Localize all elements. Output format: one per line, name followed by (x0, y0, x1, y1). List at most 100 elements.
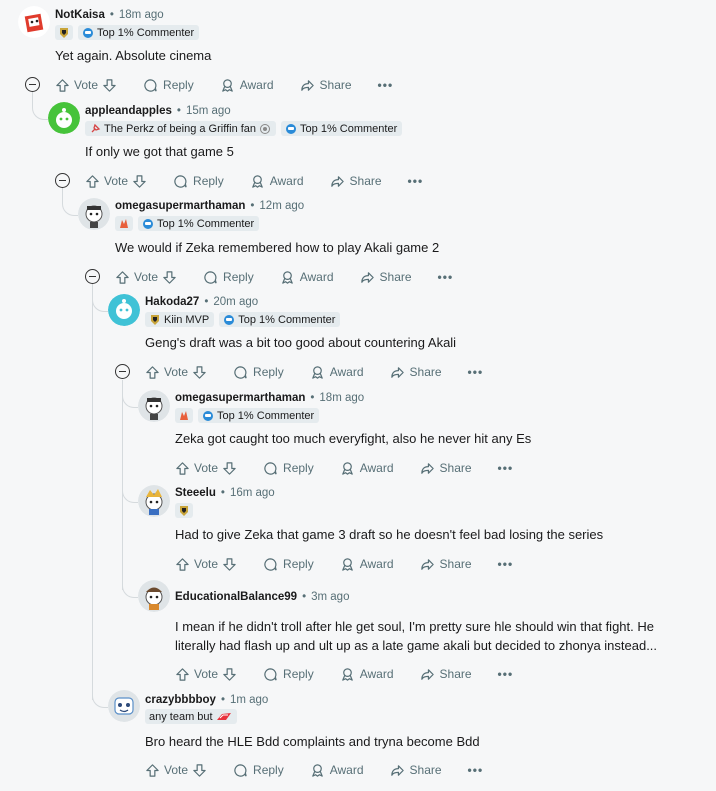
comment-body: Zeka got caught too much everyfight, als… (175, 431, 532, 446)
thread-connector (122, 380, 138, 408)
award-icon (281, 270, 293, 284)
team-crest-icon (180, 505, 188, 516)
thread-line (92, 284, 93, 700)
award-button[interactable]: Award (340, 461, 394, 476)
share-button[interactable]: Share (420, 461, 472, 476)
downvote-icon[interactable] (192, 763, 207, 778)
avatar[interactable] (138, 390, 170, 422)
avatar[interactable] (78, 198, 110, 230)
timestamp: 1m ago (229, 694, 269, 706)
award-button[interactable]: Award (340, 667, 394, 682)
award-button[interactable]: Award (250, 174, 304, 189)
user-flair: Top 1% Commenter (198, 408, 320, 423)
award-button[interactable]: Award (310, 763, 364, 778)
downvote-icon[interactable] (222, 667, 237, 682)
upvote-icon[interactable] (175, 461, 190, 476)
minus-icon (59, 179, 66, 182)
snoo-avatar-icon (78, 198, 110, 230)
reply-button[interactable]: Reply (143, 78, 194, 93)
downvote-icon[interactable] (222, 461, 237, 476)
vote-group: Vote (55, 78, 117, 93)
more-options-button[interactable]: ••• (468, 365, 484, 379)
award-button[interactable]: Award (220, 78, 274, 93)
downvote-icon[interactable] (192, 365, 207, 380)
username[interactable]: crazybbbboy (145, 694, 216, 706)
upvote-icon[interactable] (85, 174, 100, 189)
collapse-thread-button[interactable] (85, 269, 100, 284)
share-button[interactable]: Share (360, 270, 412, 285)
avatar[interactable] (108, 294, 140, 326)
upvote-icon[interactable] (175, 557, 190, 572)
thread-connector (122, 570, 138, 598)
reply-button[interactable]: Reply (203, 270, 254, 285)
more-options-button[interactable]: ••• (498, 667, 514, 681)
downvote-icon[interactable] (132, 174, 147, 189)
reply-button[interactable]: Reply (263, 667, 314, 682)
username[interactable]: NotKaisa (55, 9, 105, 21)
upvote-icon[interactable] (55, 78, 70, 93)
reply-button[interactable]: Reply (233, 365, 284, 380)
reply-button[interactable]: Reply (173, 174, 224, 189)
reply-button[interactable]: Reply (233, 763, 284, 778)
reply-button[interactable]: Reply (263, 461, 314, 476)
upvote-icon[interactable] (145, 763, 160, 778)
vote-label: Vote (194, 557, 219, 571)
snoo-avatar-icon (108, 294, 140, 326)
thread-connector (122, 475, 138, 503)
username[interactable]: omegasupermarthaman (115, 200, 245, 212)
upvote-icon[interactable] (145, 365, 160, 380)
username[interactable]: Steeelu (175, 487, 216, 499)
downvote-icon[interactable] (162, 270, 177, 285)
share-icon (420, 462, 434, 474)
share-button[interactable]: Share (390, 365, 442, 380)
commenter-badge-icon (286, 123, 297, 134)
username[interactable]: appleandapples (85, 105, 172, 117)
username[interactable]: EducationalBalance99 (175, 591, 297, 603)
collapse-thread-button[interactable] (115, 364, 130, 379)
more-options-button[interactable]: ••• (468, 763, 484, 777)
more-options-button[interactable]: ••• (438, 270, 454, 284)
vote-label: Vote (104, 174, 129, 188)
comment-meta: Hakoda27 • 20m ago (145, 296, 259, 308)
more-options-button[interactable]: ••• (408, 174, 424, 188)
comment-body: Geng's draft was a bit too good about co… (145, 335, 457, 350)
award-icon (341, 461, 353, 475)
avatar[interactable] (108, 690, 140, 722)
minus-icon (119, 370, 126, 373)
award-button[interactable]: Award (280, 270, 334, 285)
downvote-icon[interactable] (102, 78, 117, 93)
avatar[interactable] (18, 6, 50, 38)
username[interactable]: omegasupermarthaman (175, 392, 305, 404)
vote-group: Vote (175, 461, 237, 476)
share-button[interactable]: Share (420, 557, 472, 572)
reply-button[interactable]: Reply (263, 557, 314, 572)
more-options-button[interactable]: ••• (498, 461, 514, 475)
upvote-icon[interactable] (115, 270, 130, 285)
comment-meta: crazybbbboy • 1m ago (145, 694, 269, 706)
avatar[interactable] (138, 485, 170, 517)
share-button[interactable]: Share (390, 763, 442, 778)
award-button[interactable]: Award (340, 557, 394, 572)
user-flairs (175, 503, 193, 518)
more-options-button[interactable]: ••• (498, 557, 514, 571)
reply-icon (204, 270, 217, 284)
collapse-thread-button[interactable] (25, 77, 40, 92)
award-button[interactable]: Award (310, 365, 364, 380)
username[interactable]: Hakoda27 (145, 296, 199, 308)
more-options-button[interactable]: ••• (378, 78, 394, 92)
user-flairs: any team but (145, 709, 237, 724)
downvote-icon[interactable] (222, 557, 237, 572)
collapse-thread-button[interactable] (55, 173, 70, 188)
lion-crest-icon (260, 123, 271, 134)
thread-connector (62, 188, 78, 216)
comment-body: I mean if he didn't troll after hle get … (175, 618, 657, 655)
upvote-icon[interactable] (175, 667, 190, 682)
share-button[interactable]: Share (300, 78, 352, 93)
comment-actions: Vote Reply Award Share ••• (145, 759, 483, 781)
avatar[interactable] (138, 580, 170, 612)
avatar[interactable] (48, 102, 80, 134)
timestamp: 15m ago (185, 105, 231, 117)
snoo-avatar-icon (138, 580, 170, 612)
share-button[interactable]: Share (420, 667, 472, 682)
share-button[interactable]: Share (330, 174, 382, 189)
